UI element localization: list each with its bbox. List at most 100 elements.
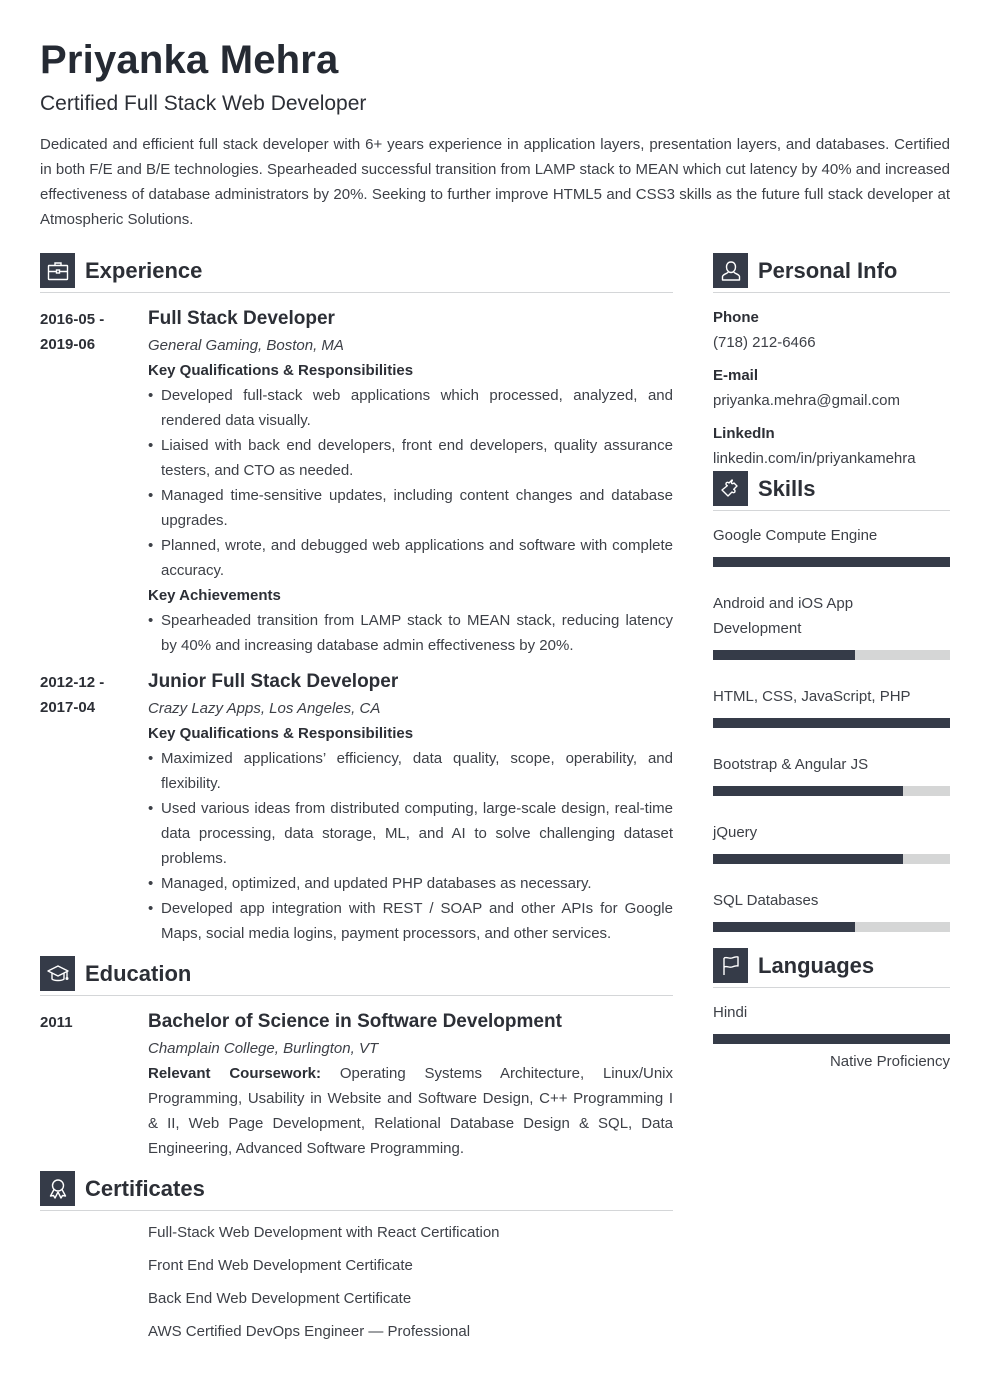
list-item: Maximized applications’ efficiency, data… xyxy=(148,746,673,796)
list-item: Managed time-sensitive updates, includin… xyxy=(148,483,673,533)
language-name: Hindi xyxy=(713,1004,748,1021)
achievements-heading: Key Achievements xyxy=(148,587,281,604)
candidate-title: Certified Full Stack Web Developer xyxy=(40,92,367,115)
skill-bar xyxy=(713,854,950,864)
skill-bar xyxy=(713,718,950,728)
skill-item: SQL Databases xyxy=(713,888,950,932)
left-column: Experience 2016-05 - 2019-06 Full Stack … xyxy=(40,253,673,1355)
qualifications-heading: Key Qualifications & Responsibilities xyxy=(148,362,414,379)
skill-item: Google Compute Engine xyxy=(713,523,950,567)
right-column: Personal Info Phone (718) 212-6466 E-mai… xyxy=(713,253,950,1072)
flag-icon xyxy=(713,948,748,983)
language-proficiency: Native Proficiency xyxy=(829,1053,950,1070)
entry-body: Junior Full Stack Developer Crazy Lazy A… xyxy=(148,668,673,946)
skill-bar xyxy=(713,922,950,932)
list-item: Planned, wrote, and debugged web applica… xyxy=(148,533,673,583)
qualifications-list: Developed full-stack web applications wh… xyxy=(148,383,673,583)
company: Crazy Lazy Apps, Los Angeles, CA xyxy=(148,700,381,717)
email-value: priyanka.mehra@gmail.com xyxy=(713,392,900,409)
language-bar-fill xyxy=(713,1034,950,1044)
education-heading: Education xyxy=(85,960,192,986)
skill-item: jQuery xyxy=(713,820,950,864)
experience-heading: Experience xyxy=(85,257,203,283)
company: General Gaming, Boston, MA xyxy=(148,337,344,354)
certificate-item: Front End Web Development Certificate xyxy=(148,1257,413,1274)
education-entry: 2011 Bachelor of Science in Software Dev… xyxy=(40,1008,673,1161)
entry-body: Full Stack Developer General Gaming, Bos… xyxy=(148,305,673,658)
languages-heading: Languages xyxy=(758,952,875,978)
date-end: 2019-06 xyxy=(40,336,96,353)
candidate-name: Priyanka Mehra xyxy=(40,38,339,82)
skill-bar-fill xyxy=(713,650,856,660)
summary: Dedicated and efficient full stack devel… xyxy=(40,136,950,228)
personal-info-fields: Phone (718) 212-6466 E-mail priyanka.meh… xyxy=(713,305,950,471)
email-label: E-mail xyxy=(713,367,759,384)
list-item: Developed full-stack web applications wh… xyxy=(148,383,673,433)
list-item: Spearheaded transition from LAMP stack t… xyxy=(148,608,673,658)
skill-item: HTML, CSS, JavaScript, PHP xyxy=(713,684,950,728)
skill-bar-fill xyxy=(713,786,903,796)
school: Champlain College, Burlington, VT xyxy=(148,1040,379,1057)
skill-name: jQuery xyxy=(713,824,758,841)
date-start: 2016-05 - xyxy=(40,311,105,328)
personal-info-section-header: Personal Info xyxy=(713,253,950,293)
award-ribbon-icon xyxy=(40,1171,75,1206)
linkedin-label: LinkedIn xyxy=(713,425,775,442)
skill-bar xyxy=(713,557,950,567)
skill-item: Android and iOS App Development xyxy=(713,591,950,660)
phone-value: (718) 212-6466 xyxy=(713,334,816,351)
list-item: Managed, optimized, and updated PHP data… xyxy=(148,871,673,896)
skills-heading: Skills xyxy=(758,475,816,501)
education-section-header: Education xyxy=(40,956,673,996)
date-end: 2017-04 xyxy=(40,699,96,716)
personal-info-heading: Personal Info xyxy=(758,257,898,283)
skill-bar-fill xyxy=(713,557,950,567)
list-item: Used various ideas from distributed comp… xyxy=(148,796,673,871)
skill-item: Bootstrap & Angular JS xyxy=(713,752,950,796)
user-icon xyxy=(713,253,748,288)
skill-name: SQL Databases xyxy=(713,892,819,909)
linkedin-value: linkedin.com/in/priyankamehra xyxy=(713,450,916,467)
experience-section-header: Experience xyxy=(40,253,673,293)
languages-section-header: Languages xyxy=(713,948,950,988)
language-item: Hindi Native Proficiency xyxy=(713,1000,950,1072)
skill-name: HTML, CSS, JavaScript, PHP xyxy=(713,688,911,705)
entry-date: 2011 xyxy=(40,1014,73,1031)
qualifications-heading: Key Qualifications & Responsibilities xyxy=(148,725,414,742)
skills-section-header: Skills xyxy=(713,471,950,511)
certificates-section-header: Certificates xyxy=(40,1171,673,1211)
date-start: 2012-12 - xyxy=(40,674,105,691)
certificate-item: Full-Stack Web Development with React Ce… xyxy=(148,1224,500,1241)
puzzle-piece-icon xyxy=(713,471,748,506)
certificates-heading: Certificates xyxy=(85,1175,205,1201)
degree: Bachelor of Science in Software Developm… xyxy=(148,1011,562,1032)
certificates-list: Full-Stack Web Development with React Ce… xyxy=(40,1223,673,1342)
job-title: Junior Full Stack Developer xyxy=(148,671,399,692)
skills-list: Google Compute Engine Android and iOS Ap… xyxy=(713,523,950,932)
experience-entry: 2012-12 - 2017-04 Junior Full Stack Deve… xyxy=(40,668,673,946)
coursework: Relevant Coursework: Operating Systems A… xyxy=(148,1061,673,1161)
certificate-item: AWS Certified DevOps Engineer — Professi… xyxy=(148,1323,471,1340)
qualifications-list: Maximized applications’ efficiency, data… xyxy=(148,746,673,946)
achievements-list: Spearheaded transition from LAMP stack t… xyxy=(148,608,673,658)
entry-body: Bachelor of Science in Software Developm… xyxy=(148,1008,673,1161)
list-item: Liaised with back end developers, front … xyxy=(148,433,673,483)
phone-label: Phone xyxy=(713,309,759,326)
job-title: Full Stack Developer xyxy=(148,308,335,329)
skill-name: Android and iOS App Development xyxy=(713,595,854,637)
skill-bar xyxy=(713,786,950,796)
certificate-item: Back End Web Development Certificate xyxy=(148,1290,412,1307)
skill-bar xyxy=(713,650,950,660)
experience-entry: 2016-05 - 2019-06 Full Stack Developer G… xyxy=(40,305,673,658)
list-item: Developed app integration with REST / SO… xyxy=(148,896,673,946)
language-bar xyxy=(713,1034,950,1044)
skill-name: Bootstrap & Angular JS xyxy=(713,756,869,773)
briefcase-icon xyxy=(40,253,75,288)
skill-name: Google Compute Engine xyxy=(713,527,878,544)
coursework-label: Relevant Coursework: xyxy=(148,1065,322,1082)
entry-date: 2016-05 - 2019-06 xyxy=(40,305,148,658)
skill-bar-fill xyxy=(713,854,903,864)
entry-date: 2012-12 - 2017-04 xyxy=(40,668,148,946)
skill-bar-fill xyxy=(713,718,950,728)
skill-bar-fill xyxy=(713,922,856,932)
